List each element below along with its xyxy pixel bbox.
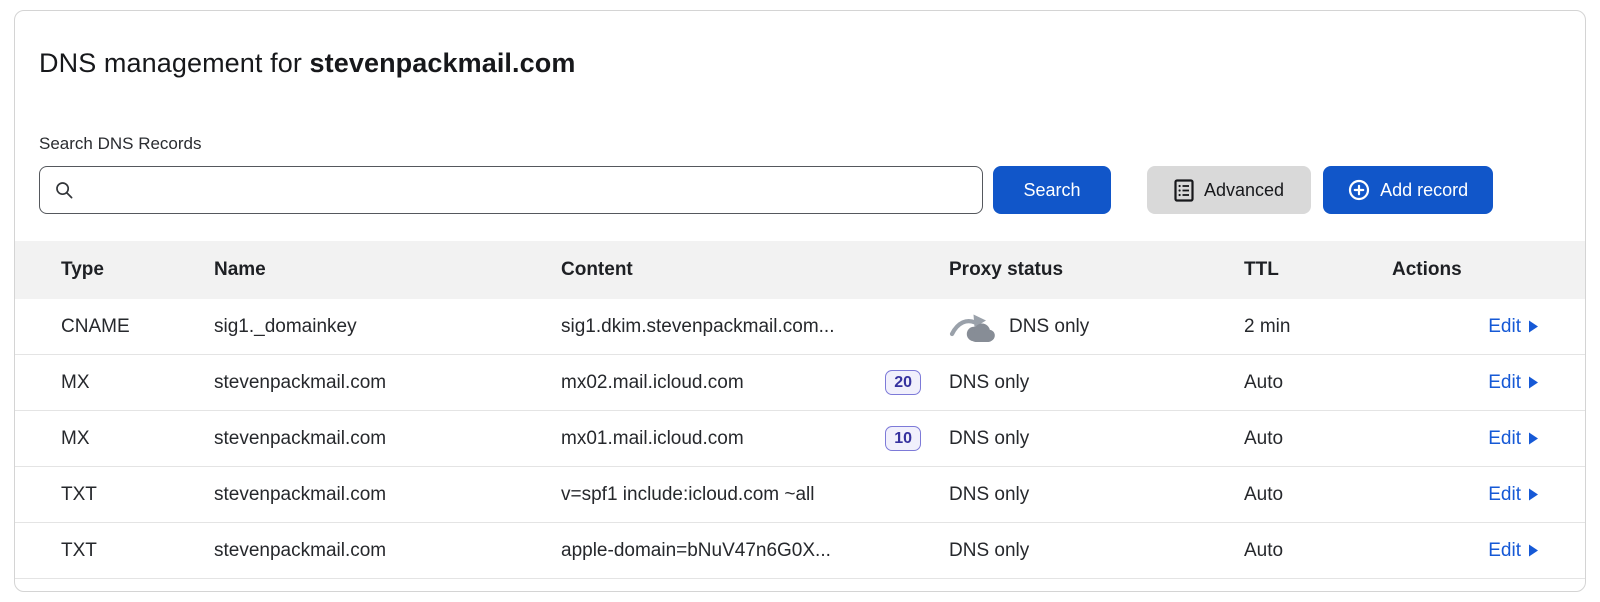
table-row: TXT stevenpackmail.com v=spf1 include:ic…	[15, 467, 1585, 523]
list-document-icon	[1174, 179, 1194, 202]
record-type-cell: TXT	[61, 484, 214, 506]
edit-link-label: Edit	[1488, 540, 1521, 562]
column-header-proxy-status: Proxy status	[929, 259, 1244, 281]
search-input[interactable]	[84, 180, 970, 201]
record-type-cell: TXT	[61, 540, 214, 562]
proxy-status-text: DNS only	[949, 540, 1029, 562]
add-record-button-label: Add record	[1380, 180, 1468, 201]
record-content-text: sig1.dkim.stevenpackmail.com...	[561, 316, 835, 338]
table-body: CNAME sig1._domainkey sig1.dkim.stevenpa…	[15, 299, 1585, 579]
page-title-prefix: DNS management for	[39, 48, 310, 78]
proxy-status-cell: DNS only	[929, 540, 1244, 562]
proxy-status-text: DNS only	[949, 484, 1029, 506]
record-type-cell: MX	[61, 372, 214, 394]
search-box	[39, 166, 983, 214]
actions-cell: Edit	[1392, 540, 1539, 562]
dns-management-card: DNS management for stevenpackmail.com Se…	[14, 10, 1586, 592]
actions-cell: Edit	[1392, 484, 1539, 506]
column-header-type: Type	[61, 259, 214, 281]
record-name-cell: stevenpackmail.com	[214, 372, 561, 394]
record-content-cell: mx02.mail.icloud.com 20	[561, 370, 929, 395]
actions-cell: Edit	[1392, 316, 1539, 338]
column-header-name: Name	[214, 259, 561, 281]
ttl-cell: 2 min	[1244, 316, 1392, 338]
actions-cell: Edit	[1392, 372, 1539, 394]
proxy-status-cell: DNS only	[929, 372, 1244, 394]
record-content-text: mx02.mail.icloud.com	[561, 372, 744, 394]
add-record-button[interactable]: Add record	[1323, 166, 1493, 214]
ttl-cell: Auto	[1244, 484, 1392, 506]
record-name-cell: stevenpackmail.com	[214, 428, 561, 450]
record-content-text: v=spf1 include:icloud.com ~all	[561, 484, 814, 506]
proxy-status-cell: DNS only	[929, 428, 1244, 450]
table-row: CNAME sig1._domainkey sig1.dkim.stevenpa…	[15, 299, 1585, 355]
table-row: MX stevenpackmail.com mx01.mail.icloud.c…	[15, 411, 1585, 467]
right-triangle-icon	[1528, 319, 1539, 334]
edit-link[interactable]: Edit	[1488, 316, 1539, 338]
edit-link-label: Edit	[1488, 316, 1521, 338]
record-content-text: apple-domain=bNuV47n6G0X...	[561, 540, 831, 562]
table-row: TXT stevenpackmail.com apple-domain=bNuV…	[15, 523, 1585, 579]
record-name-cell: stevenpackmail.com	[214, 540, 561, 562]
record-name-cell: sig1._domainkey	[214, 316, 561, 338]
right-triangle-icon	[1528, 543, 1539, 558]
actions-cell: Edit	[1392, 428, 1539, 450]
edit-link-label: Edit	[1488, 372, 1521, 394]
record-name-cell: stevenpackmail.com	[214, 484, 561, 506]
table-header-row: Type Name Content Proxy status TTL Actio…	[15, 241, 1585, 299]
gray-cloud-arrow-icon	[949, 311, 995, 342]
record-content-cell: v=spf1 include:icloud.com ~all	[561, 484, 929, 506]
proxy-status-text: DNS only	[949, 428, 1029, 450]
right-triangle-icon	[1528, 375, 1539, 390]
advanced-button-label: Advanced	[1204, 180, 1284, 201]
record-content-text: mx01.mail.icloud.com	[561, 428, 744, 450]
magnifier-icon	[54, 180, 75, 201]
ttl-cell: Auto	[1244, 372, 1392, 394]
ttl-cell: Auto	[1244, 540, 1392, 562]
search-label: Search DNS Records	[39, 134, 1585, 154]
plus-circle-icon	[1348, 179, 1370, 201]
column-header-content: Content	[561, 259, 929, 281]
edit-link[interactable]: Edit	[1488, 428, 1539, 450]
advanced-button[interactable]: Advanced	[1147, 166, 1311, 214]
search-button[interactable]: Search	[993, 166, 1111, 214]
mx-priority-badge: 20	[885, 370, 921, 395]
page-title-domain: stevenpackmail.com	[310, 48, 576, 78]
record-content-cell: sig1.dkim.stevenpackmail.com...	[561, 316, 929, 338]
proxy-status-text: DNS only	[1009, 316, 1089, 338]
ttl-cell: Auto	[1244, 428, 1392, 450]
mx-priority-badge: 10	[885, 426, 921, 451]
edit-link-label: Edit	[1488, 428, 1521, 450]
proxy-status-text: DNS only	[949, 372, 1029, 394]
right-triangle-icon	[1528, 431, 1539, 446]
column-header-ttl: TTL	[1244, 259, 1392, 281]
proxy-status-cell: DNS only	[929, 484, 1244, 506]
dns-records-table: Type Name Content Proxy status TTL Actio…	[15, 241, 1585, 579]
record-type-cell: CNAME	[61, 316, 214, 338]
proxy-status-cell: DNS only	[929, 311, 1244, 342]
table-row: MX stevenpackmail.com mx02.mail.icloud.c…	[15, 355, 1585, 411]
edit-link[interactable]: Edit	[1488, 372, 1539, 394]
record-content-cell: apple-domain=bNuV47n6G0X...	[561, 540, 929, 562]
column-header-actions: Actions	[1392, 259, 1539, 281]
search-controls: Search Advanced	[39, 166, 1561, 214]
edit-link[interactable]: Edit	[1488, 540, 1539, 562]
page-title: DNS management for stevenpackmail.com	[39, 47, 1585, 79]
right-triangle-icon	[1528, 487, 1539, 502]
record-type-cell: MX	[61, 428, 214, 450]
record-content-cell: mx01.mail.icloud.com 10	[561, 426, 929, 451]
edit-link-label: Edit	[1488, 484, 1521, 506]
edit-link[interactable]: Edit	[1488, 484, 1539, 506]
